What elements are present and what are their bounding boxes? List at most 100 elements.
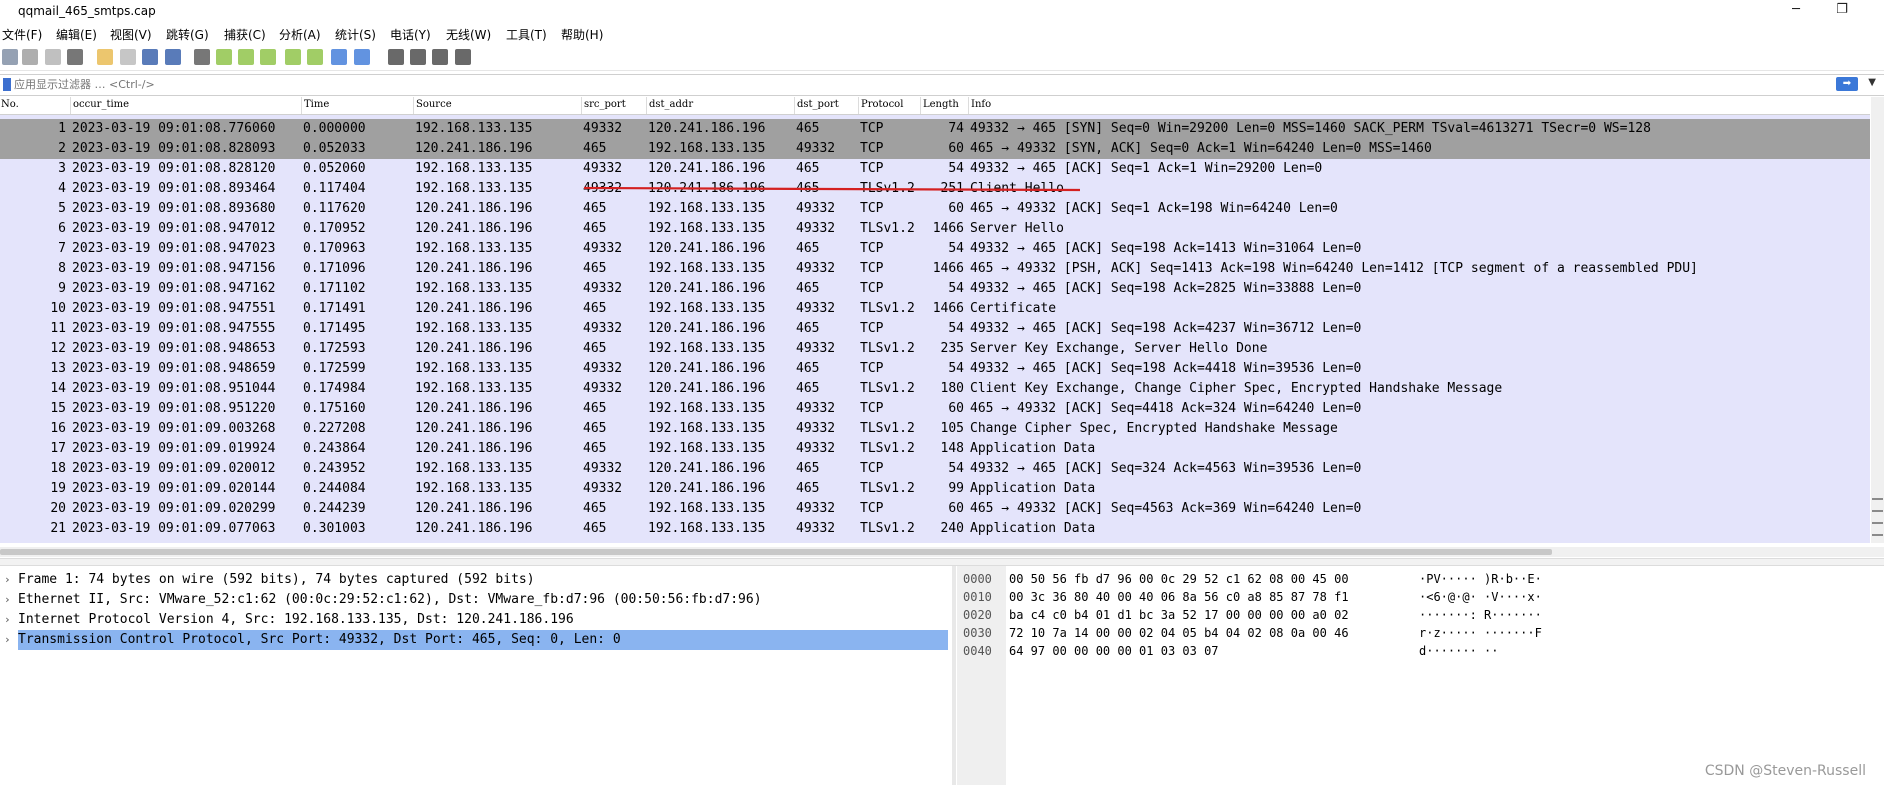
menu-item[interactable]: 工具(T): [506, 26, 547, 43]
save-icon[interactable]: [120, 49, 136, 65]
colorize-icon[interactable]: [354, 49, 370, 65]
packet-row[interactable]: 1 2023-03-19 09:01:08.776060 0.000000 192.1…: [0, 119, 1870, 139]
column-header[interactable]: src_port: [584, 99, 626, 110]
expand-arrow-icon[interactable]: ›: [4, 590, 11, 610]
restart-icon[interactable]: [45, 49, 61, 65]
packet-row[interactable]: 15 2023-03-19 09:01:08.951220 0.175160 120.…: [0, 399, 1870, 419]
display-filter-input[interactable]: [14, 76, 1834, 92]
column-header[interactable]: No.: [1, 99, 19, 110]
packet-row[interactable]: 17 2023-03-19 09:01:09.019924 0.243864 120.…: [0, 439, 1870, 459]
packet-row[interactable]: 20 2023-03-19 09:01:09.020299 0.244239 120.…: [0, 499, 1870, 519]
packet-row[interactable]: 8 2023-03-19 09:01:08.947156 0.171096 120.2…: [0, 259, 1870, 279]
resize-columns-icon[interactable]: [455, 49, 471, 65]
packet-list-horizontal-scrollbar[interactable]: [0, 547, 1884, 557]
column-header[interactable]: dst_addr: [649, 99, 693, 110]
packet-cell-src_port: 49332: [583, 321, 623, 336]
packet-list-vertical-scrollbar[interactable]: [1871, 97, 1884, 543]
reload-icon[interactable]: [165, 49, 181, 65]
find-icon[interactable]: [194, 49, 210, 65]
column-header[interactable]: occur_time: [73, 99, 129, 110]
packet-list[interactable]: No. occur_time Time Source src_port dst_addr d…: [0, 97, 1870, 543]
scrollbar-thumb[interactable]: [0, 549, 1552, 555]
column-separator[interactable]: [70, 97, 71, 114]
packet-row[interactable]: 5 2023-03-19 09:01:08.893680 0.117620 120.2…: [0, 199, 1870, 219]
zoom-in-icon[interactable]: [388, 49, 404, 65]
menu-item[interactable]: 分析(A): [279, 26, 321, 43]
menu-item[interactable]: 编辑(E): [56, 26, 97, 43]
autoscroll-icon[interactable]: [331, 49, 347, 65]
packet-row[interactable]: 3 2023-03-19 09:01:08.828120 0.052060 192.1…: [0, 159, 1870, 179]
packet-cell-time: 0.170963: [303, 241, 366, 256]
detail-tree-item[interactable]: › Ethernet II, Src: VMware_52:c1:62 (00:0…: [0, 590, 948, 610]
go-to-packet-icon[interactable]: [260, 49, 276, 65]
packet-cell-no: 2: [58, 141, 66, 156]
packet-row[interactable]: 21 2023-03-19 09:01:09.077063 0.301003 120.…: [0, 519, 1870, 539]
column-separator[interactable]: [646, 97, 647, 114]
shark-start-icon[interactable]: [2, 49, 18, 65]
packet-row[interactable]: 11 2023-03-19 09:01:08.947555 0.171495 192.…: [0, 319, 1870, 339]
zoom-normal-icon[interactable]: [432, 49, 448, 65]
packet-row-partial[interactable]: [0, 539, 1870, 543]
go-forward-icon[interactable]: [238, 49, 254, 65]
packet-row[interactable]: 6 2023-03-19 09:01:08.947012 0.170952 120.2…: [0, 219, 1870, 239]
packet-row[interactable]: 7 2023-03-19 09:01:08.947023 0.170963 192.1…: [0, 239, 1870, 259]
detail-tree-item[interactable]: › Internet Protocol Version 4, Src: 192.1…: [0, 610, 948, 630]
column-header[interactable]: Info: [971, 99, 991, 110]
minimize-button[interactable]: ─: [1776, 0, 1816, 22]
menu-item[interactable]: 电话(Y): [390, 26, 431, 43]
column-separator[interactable]: [968, 97, 969, 114]
last-packet-icon[interactable]: [307, 49, 323, 65]
packet-row[interactable]: 18 2023-03-19 09:01:09.020012 0.243952 192.…: [0, 459, 1870, 479]
zoom-out-icon[interactable]: [410, 49, 426, 65]
menu-item[interactable]: 无线(W): [446, 26, 491, 43]
packet-row[interactable]: 10 2023-03-19 09:01:08.947551 0.171491 120.…: [0, 299, 1870, 319]
packet-cell-source: 192.168.133.135: [415, 161, 533, 176]
column-header[interactable]: Length: [923, 99, 959, 110]
column-separator[interactable]: [413, 97, 414, 114]
packet-details-pane[interactable]: › Frame 1: 74 bytes on wire (592 bits), 7…: [0, 566, 950, 785]
packet-row[interactable]: 9 2023-03-19 09:01:08.947162 0.171102 192.1…: [0, 279, 1870, 299]
packet-row[interactable]: 19 2023-03-19 09:01:09.020144 0.244084 192.…: [0, 479, 1870, 499]
menu-item[interactable]: 统计(S): [335, 26, 376, 43]
column-header[interactable]: Protocol: [861, 99, 903, 110]
packet-row[interactable]: 13 2023-03-19 09:01:08.948659 0.172599 192.…: [0, 359, 1870, 379]
options-gear-icon[interactable]: [67, 49, 83, 65]
column-separator[interactable]: [858, 97, 859, 114]
column-header[interactable]: dst_port: [797, 99, 839, 110]
expand-arrow-icon[interactable]: ›: [4, 610, 11, 630]
go-back-icon[interactable]: [216, 49, 232, 65]
packet-row[interactable]: 2 2023-03-19 09:01:08.828093 0.052033 120.2…: [0, 139, 1870, 159]
menu-item[interactable]: 视图(V): [110, 26, 152, 43]
column-separator[interactable]: [301, 97, 302, 114]
column-separator[interactable]: [581, 97, 582, 114]
packet-cell-protocol: TCP: [860, 161, 884, 176]
detail-tree-item[interactable]: › Transmission Control Protocol, Src Port…: [0, 630, 948, 650]
packet-row[interactable]: 16 2023-03-19 09:01:09.003268 0.227208 120.…: [0, 419, 1870, 439]
packet-cell-source: 192.168.133.135: [415, 361, 533, 376]
maximize-button[interactable]: ❐: [1822, 0, 1862, 22]
column-separator[interactable]: [794, 97, 795, 114]
pane-splitter[interactable]: [0, 558, 1884, 566]
column-separator[interactable]: [920, 97, 921, 114]
menu-item[interactable]: 帮助(H): [561, 26, 603, 43]
menu-item[interactable]: 文件(F): [2, 26, 42, 43]
packet-bytes-pane[interactable]: 0000 00 50 56 fb d7 96 00 0c 29 52 c1 62 …: [957, 566, 1884, 785]
packet-cell-length: 54: [948, 461, 964, 476]
packet-row[interactable]: 12 2023-03-19 09:01:08.948653 0.172593 120.…: [0, 339, 1870, 359]
expand-arrow-icon[interactable]: ›: [4, 570, 11, 590]
menu-item[interactable]: 跳转(G): [166, 26, 209, 43]
chevron-down-icon[interactable]: ▼: [1868, 77, 1876, 88]
bookmark-icon[interactable]: [3, 78, 11, 91]
stop-icon[interactable]: [22, 49, 38, 65]
open-folder-icon[interactable]: [97, 49, 113, 65]
column-header[interactable]: Time: [304, 99, 329, 110]
packet-row[interactable]: 14 2023-03-19 09:01:08.951044 0.174984 192.…: [0, 379, 1870, 399]
pane-divider[interactable]: [952, 566, 956, 785]
first-packet-icon[interactable]: [285, 49, 301, 65]
detail-tree-item[interactable]: › Frame 1: 74 bytes on wire (592 bits), 7…: [0, 570, 948, 590]
close-file-icon[interactable]: [142, 49, 158, 65]
menu-item[interactable]: 捕获(C): [224, 26, 266, 43]
column-header[interactable]: Source: [416, 99, 452, 110]
apply-filter-icon[interactable]: ➡: [1836, 77, 1858, 91]
expand-arrow-icon[interactable]: ›: [4, 630, 11, 650]
